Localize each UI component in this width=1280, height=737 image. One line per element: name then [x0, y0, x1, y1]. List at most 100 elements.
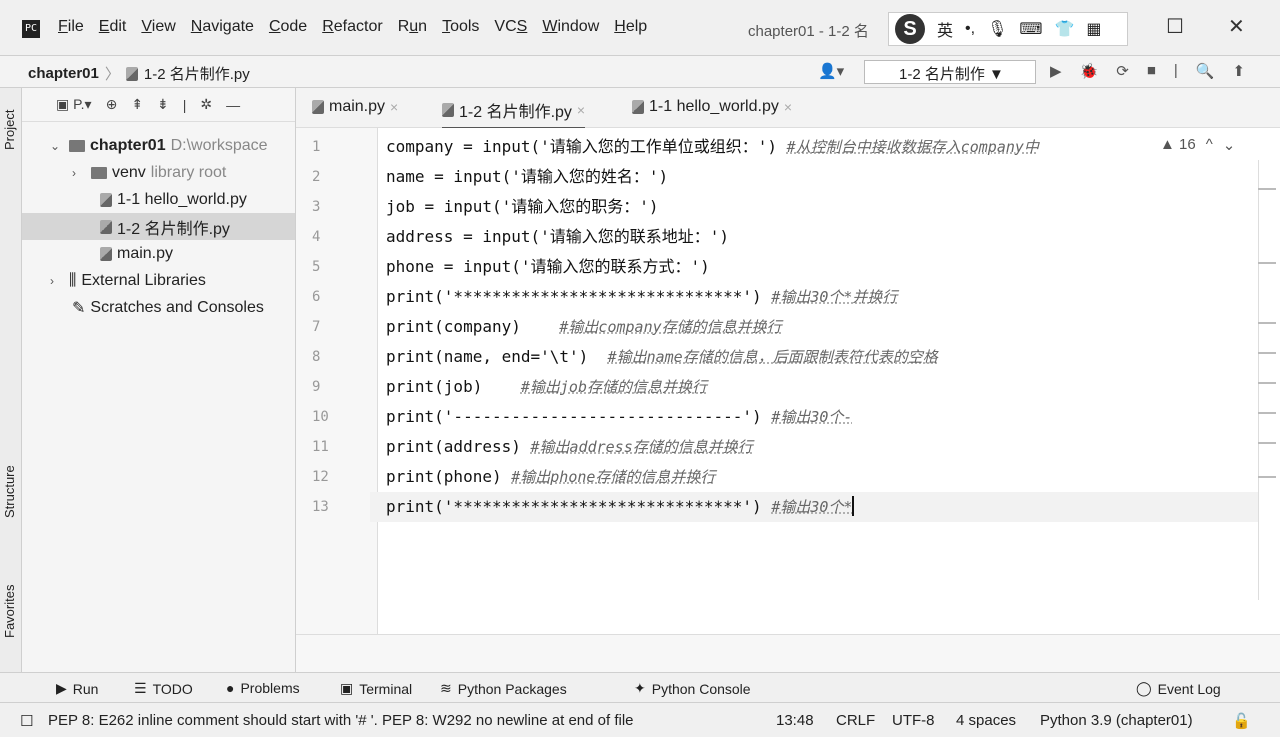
editor-tab[interactable]: 1-1 hello_world.py ×	[632, 98, 792, 116]
scrollbar-warning-mark[interactable]	[1258, 352, 1276, 354]
python-interpreter[interactable]: Python 3.9 (chapter01)	[1040, 712, 1193, 729]
run-icon[interactable]: ▶	[1050, 62, 1062, 80]
tool-window-button[interactable]: ▣ Terminal	[340, 680, 412, 697]
run-configuration-select[interactable]: 1-2 名片制作 ▼	[864, 60, 1036, 84]
tree-item[interactable]: › ⫼ External Libraries	[50, 267, 206, 294]
tool-window-button[interactable]: ☰ TODO	[134, 680, 193, 697]
stop-icon[interactable]: ■	[1147, 62, 1156, 80]
tree-item[interactable]: ⌄ chapter01 D:\workspace	[50, 132, 268, 159]
tree-item[interactable]: ✎ Scratches and Consoles	[72, 294, 264, 321]
tool-window-button[interactable]: ● Problems	[226, 680, 300, 696]
update-icon[interactable]: ⬆	[1232, 62, 1245, 80]
scrollbar-warning-mark[interactable]	[1258, 476, 1276, 478]
collapse-all-icon[interactable]: ⇟	[157, 96, 169, 113]
code-line[interactable]: print(address) #输出address存储的信息并换行	[386, 432, 753, 462]
caret-position[interactable]: 13:48	[776, 712, 814, 729]
event-log-button[interactable]: ◯ Event Log	[1136, 680, 1221, 697]
structure-tool-tab[interactable]: Structure	[2, 465, 17, 518]
tree-item[interactable]: › venv library root	[72, 159, 226, 186]
file-encoding[interactable]: UTF-8	[892, 712, 935, 729]
favorites-tool-tab[interactable]: Favorites	[2, 585, 17, 638]
project-tool-tab[interactable]: Project	[2, 110, 17, 150]
next-highlight-button[interactable]: ⌄	[1223, 136, 1236, 154]
scrollbar-warning-mark[interactable]	[1258, 382, 1276, 384]
code-line[interactable]: phone = input('请输入您的联系方式：')	[386, 252, 710, 282]
panel-toggle-icon[interactable]: ☐	[20, 712, 33, 730]
vcs-user-icon[interactable]: 👤▾	[818, 62, 844, 80]
close-tab-icon[interactable]: ×	[390, 99, 398, 115]
ime-language-toggle[interactable]: 英	[937, 17, 953, 41]
menu-item-2[interactable]: View	[141, 18, 175, 36]
code-line[interactable]: print(company) #输出company存储的信息并换行	[386, 312, 782, 342]
scrollbar-warning-mark[interactable]	[1258, 262, 1276, 264]
chevron-icon[interactable]: ›	[50, 274, 64, 288]
editor-scrollbar[interactable]	[1258, 160, 1266, 600]
code-line[interactable]: job = input('请输入您的职务：')	[386, 192, 659, 222]
scrollbar-warning-mark[interactable]	[1258, 412, 1276, 414]
editor-tab[interactable]: 1-2 名片制作.py ×	[442, 98, 586, 130]
project-view-select[interactable]: ▣ P.▾	[56, 96, 92, 113]
tree-item[interactable]: 1-2 名片制作.py	[22, 213, 295, 240]
menu-item-6[interactable]: Run	[398, 18, 427, 36]
menu-item-10[interactable]: Help	[614, 18, 647, 36]
editor-tab[interactable]: main.py ×	[312, 98, 398, 116]
coverage-icon[interactable]: ⟳	[1116, 62, 1129, 80]
inspection-widget[interactable]: ▲ 16 ^ ⌄	[1160, 136, 1235, 154]
warning-count[interactable]: ▲ 16	[1160, 136, 1196, 154]
line-separator[interactable]: CRLF	[836, 712, 875, 729]
indent-setting[interactable]: 4 spaces	[956, 712, 1016, 729]
tool-window-button[interactable]: ▶ Run	[56, 680, 98, 697]
code-line[interactable]: address = input('请输入您的联系地址：')	[386, 222, 729, 252]
menu-item-5[interactable]: Refactor	[322, 18, 382, 36]
code-line[interactable]: name = input('请输入您的姓名：')	[386, 162, 668, 192]
locate-file-icon[interactable]: ⊕	[106, 96, 118, 113]
code-line[interactable]: company = input('请输入您的工作单位或组织：') #从控制台中接…	[386, 132, 1039, 162]
scrollbar-warning-mark[interactable]	[1258, 322, 1276, 324]
menu-item-1[interactable]: Edit	[99, 18, 127, 36]
breadcrumb-file[interactable]: 1-2 名片制作.py	[144, 63, 250, 84]
code-line[interactable]: print('------------------------------') …	[386, 402, 852, 432]
breadcrumb-project[interactable]: chapter01	[28, 65, 99, 82]
scrollbar-warning-mark[interactable]	[1258, 442, 1276, 444]
status-message[interactable]: PEP 8: E262 inline comment should start …	[48, 712, 634, 729]
maximize-button[interactable]: ☐	[1166, 14, 1184, 39]
menu-item-7[interactable]: Tools	[442, 18, 479, 36]
skin-icon[interactable]: 👕	[1054, 19, 1074, 39]
tool-window-bar: ◯ Event Log ▶ Run ☰ TODO ● Problems ▣ Terminal ≋…	[0, 672, 1280, 702]
menu-item-9[interactable]: Window	[542, 18, 599, 36]
code-editor[interactable]: company = input('请输入您的工作单位或组织：') #从控制台中接…	[370, 128, 1258, 634]
hide-icon[interactable]: —	[226, 97, 240, 113]
close-tab-icon[interactable]: ×	[577, 102, 585, 118]
expand-all-icon[interactable]: ⇞	[131, 96, 143, 113]
debug-icon[interactable]: 🐞	[1080, 62, 1099, 80]
scratch-icon: ✎	[72, 299, 86, 317]
tree-item[interactable]: 1-1 hello_world.py	[100, 186, 247, 213]
microphone-icon[interactable]: 🎙	[987, 19, 1007, 39]
menu-item-3[interactable]: Navigate	[191, 18, 254, 36]
menu-item-8[interactable]: VCS	[494, 18, 527, 36]
chevron-icon[interactable]: ›	[72, 166, 86, 180]
close-tab-icon[interactable]: ×	[784, 99, 792, 115]
previous-highlight-button[interactable]: ^	[1206, 136, 1213, 154]
close-button[interactable]: ✕	[1228, 14, 1245, 39]
keyboard-icon[interactable]: ⌨	[1019, 19, 1042, 39]
settings-gear-icon[interactable]: ✲	[200, 96, 212, 113]
tree-item[interactable]: main.py	[100, 240, 173, 267]
toolbox-grid-icon[interactable]: ▦	[1086, 19, 1101, 39]
lock-icon[interactable]: 🔓	[1232, 712, 1251, 730]
tree-item-label: External Libraries	[81, 271, 206, 289]
chevron-icon[interactable]: ⌄	[50, 139, 64, 153]
tool-window-button[interactable]: ≋ Python Packages	[440, 680, 567, 697]
code-line[interactable]: print('******************************') …	[370, 492, 1258, 522]
tool-window-button[interactable]: ✦ Python Console	[634, 680, 751, 697]
ime-punctuation-toggle[interactable]: •,	[965, 20, 975, 38]
ime-toolbar[interactable]: S 英 •, 🎙 ⌨ 👕 ▦	[888, 12, 1128, 46]
search-icon[interactable]: 🔍	[1196, 62, 1215, 80]
code-line[interactable]: print(job) #输出job存储的信息并换行	[386, 372, 707, 402]
menu-item-4[interactable]: Code	[269, 18, 307, 36]
menu-item-0[interactable]: File	[58, 18, 84, 36]
code-line[interactable]: print(name, end='\t') #输出name存储的信息，后面跟制表…	[386, 342, 938, 372]
code-line[interactable]: print('******************************') …	[386, 282, 897, 312]
code-line[interactable]: print(phone) #输出phone存储的信息并换行	[386, 462, 715, 492]
scrollbar-warning-mark[interactable]	[1258, 188, 1276, 190]
